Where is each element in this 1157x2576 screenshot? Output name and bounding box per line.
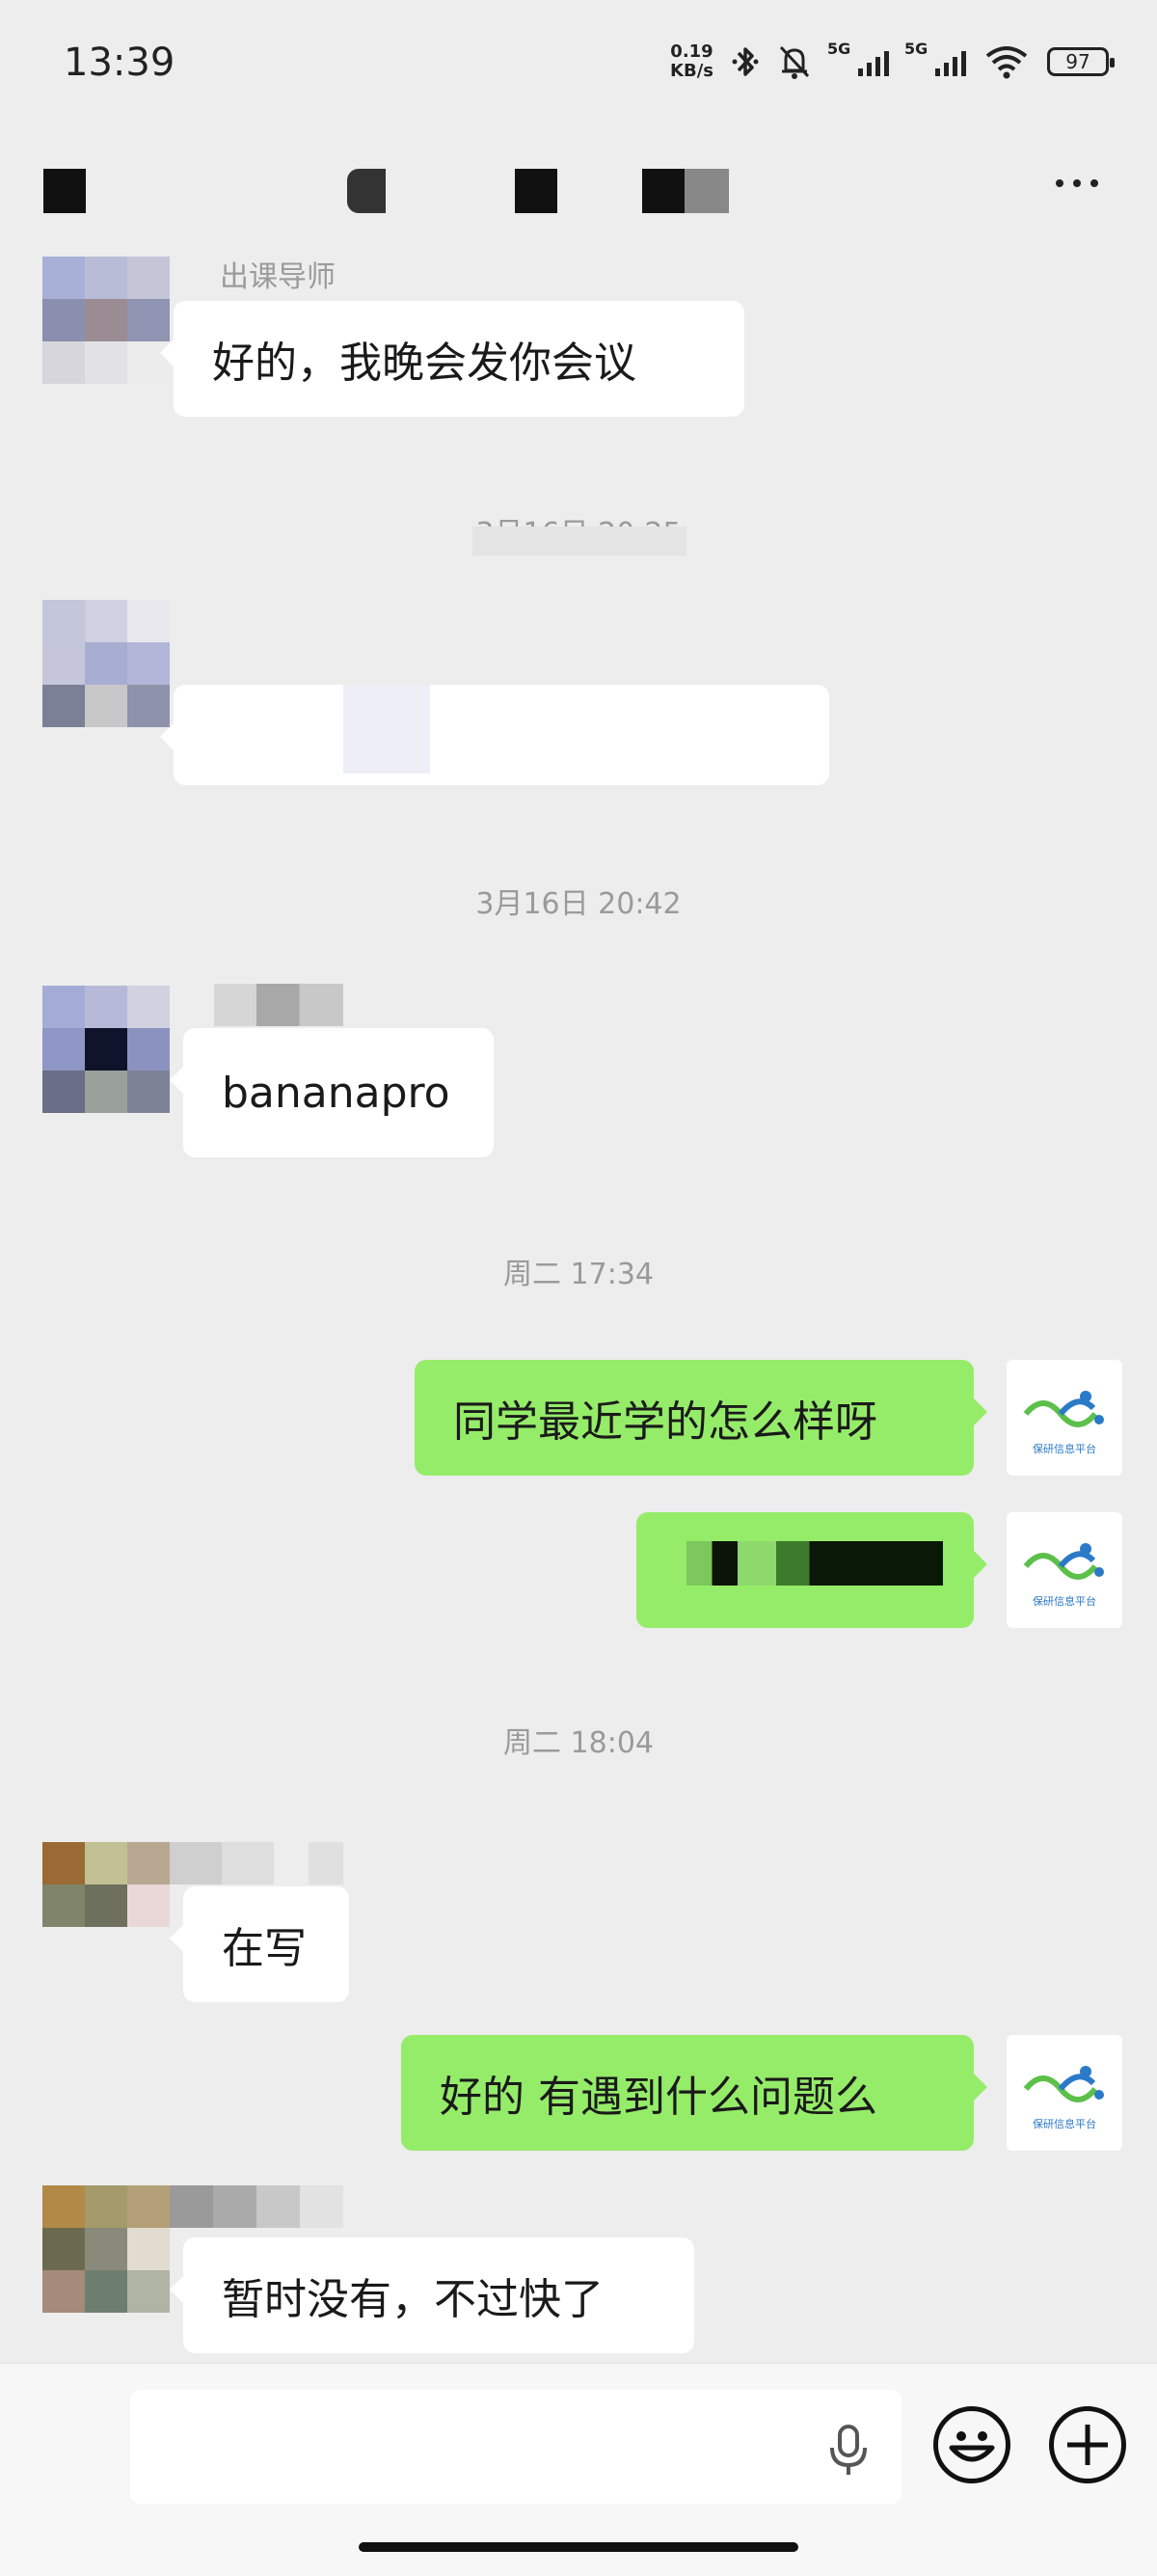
self-avatar[interactable]: 保研信息平台 [1007, 1512, 1122, 1628]
more-dots-icon [1056, 179, 1063, 187]
redacted-sender [170, 2185, 343, 2228]
message-bubble[interactable] [160, 685, 829, 785]
timestamp: 周二 18:04 [503, 1726, 654, 1760]
clock: 13:39 [64, 41, 175, 85]
contact-avatar[interactable] [42, 1842, 170, 1969]
message-bubble[interactable]: 好的 有遇到什么问题么 [401, 2035, 987, 2151]
message-text: 好的 有遇到什么问题么 [440, 2073, 877, 2122]
self-avatar-caption: 保研信息平台 [1033, 1442, 1096, 1455]
signal-icon: 5G [904, 40, 966, 76]
plus-icon [1067, 2425, 1108, 2465]
redacted-sender [170, 1842, 343, 1885]
redacted-title-block [347, 169, 386, 213]
message-bubble[interactable]: 在写 [170, 1886, 349, 2002]
contact-avatar[interactable] [42, 257, 170, 384]
signal-label: 5G [827, 40, 851, 58]
network-speed-value: 0.19 [670, 41, 713, 62]
redacted-title-block [43, 169, 86, 213]
message-text: 同学最近学的怎么样呀 [453, 1397, 877, 1447]
battery-level: 97 [1065, 50, 1090, 73]
contact-avatar[interactable] [42, 986, 170, 1113]
sender-name: 出课导师 [220, 260, 336, 294]
redacted-sender [214, 984, 343, 1026]
message-bubble[interactable]: 同学最近学的怎么样呀 [415, 1360, 987, 1476]
redacted-title-block [642, 169, 685, 213]
platform-logo-icon: 保研信息平台 [1023, 1543, 1104, 1608]
redacted-block [686, 1541, 943, 1586]
self-avatar[interactable]: 保研信息平台 [1007, 2035, 1122, 2151]
network-speed-unit: KB/s [670, 61, 713, 81]
network-speed: 0.19 KB/s [670, 42, 713, 81]
home-indicator[interactable] [359, 2542, 798, 2552]
wifi-icon [985, 46, 1028, 79]
redacted-block [472, 527, 686, 556]
message-text: bananapro [222, 1068, 450, 1118]
redacted-title-block [685, 169, 729, 213]
mute-bell-icon [779, 45, 810, 79]
message-bubble[interactable]: 暂时没有，不过快了 [170, 2237, 694, 2353]
timestamp: 3月16日 20:42 [475, 887, 682, 921]
contact-avatar[interactable] [42, 2185, 170, 2313]
self-avatar-caption: 保研信息平台 [1033, 1594, 1096, 1608]
status-icons: 0.19 KB/s 5G 5G 97 [670, 40, 1115, 81]
bluetooth-icon [732, 47, 759, 76]
battery-icon: 97 [1047, 47, 1115, 76]
self-avatar-caption: 保研信息平台 [1033, 2117, 1096, 2130]
message-text: 在写 [222, 1924, 307, 1973]
more-button[interactable] [1043, 164, 1111, 203]
timestamp: 周二 17:34 [503, 1258, 654, 1291]
redacted-block [343, 685, 430, 773]
platform-logo-icon: 保研信息平台 [1023, 2066, 1104, 2130]
redacted-title-block [515, 169, 557, 213]
message-input[interactable] [130, 2390, 901, 2504]
microphone-icon[interactable] [824, 2421, 873, 2479]
message-text: 好的，我晚会发你会议 [212, 339, 636, 388]
plus-button[interactable] [1049, 2406, 1126, 2483]
chat-header [0, 145, 1157, 251]
self-avatar[interactable]: 保研信息平台 [1007, 1360, 1122, 1476]
emoji-icon [949, 2431, 995, 2462]
signal-icon: 5G [827, 40, 889, 76]
contact-avatar[interactable] [42, 600, 170, 727]
status-bar: 13:39 0.19 KB/s 5G 5G 97 [0, 0, 1157, 135]
emoji-button[interactable] [933, 2406, 1010, 2483]
message-bubble[interactable]: bananapro [170, 1028, 494, 1157]
message-text: 暂时没有，不过快了 [222, 2275, 604, 2324]
signal-label: 5G [904, 40, 928, 58]
platform-logo-icon: 保研信息平台 [1023, 1391, 1104, 1455]
message-bubble[interactable]: 好的，我晚会发你会议 [160, 301, 744, 417]
